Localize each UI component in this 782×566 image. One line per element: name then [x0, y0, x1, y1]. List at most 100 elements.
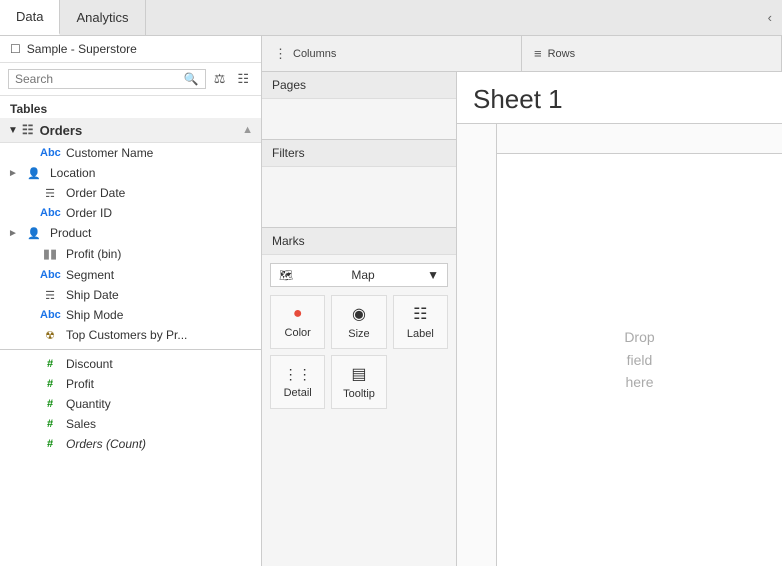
- field-item-sales[interactable]: # Sales: [0, 414, 261, 434]
- view-toggle-btn[interactable]: ☷: [233, 69, 253, 89]
- canvas-body[interactable]: Drop field here: [497, 154, 782, 566]
- field-type-hash-icon-count: #: [40, 438, 60, 450]
- columns-shelf[interactable]: ⋮ Columns: [262, 36, 522, 71]
- field-type-geo-icon-2: 👤: [24, 227, 44, 240]
- marks-type-label: Map: [351, 268, 374, 282]
- field-item-ship-date[interactable]: ☴ Ship Date: [0, 285, 261, 305]
- canvas-area: Sheet 1 Drop field here: [457, 72, 782, 566]
- field-name-orders-count: Orders (Count): [66, 437, 253, 451]
- field-type-date-icon: ☴: [40, 187, 60, 200]
- search-icon[interactable]: 🔍: [184, 72, 199, 86]
- field-name-discount: Discount: [66, 357, 253, 371]
- right-panel: ⋮ Columns ≡ Rows Pages: [262, 36, 782, 566]
- field-item-ship-mode[interactable]: Abc Ship Mode: [0, 305, 261, 325]
- field-type-calc-icon: ☢: [40, 329, 60, 342]
- field-item-profit[interactable]: # Profit: [0, 374, 261, 394]
- field-type-abc-icon-3: Abc: [40, 269, 60, 281]
- marks-size-label: Size: [348, 328, 369, 340]
- marks-tooltip-label: Tooltip: [343, 388, 375, 400]
- chevron-down-icon: ▼: [8, 125, 18, 136]
- field-type-hash-icon-discount: #: [40, 358, 60, 370]
- orders-label: Orders: [40, 123, 83, 138]
- orders-section-header[interactable]: ▼ ☷ Orders ▲: [0, 118, 261, 143]
- tab-data[interactable]: Data: [0, 0, 60, 35]
- field-type-hash-icon-sales: #: [40, 418, 60, 430]
- datasource-label: Sample - Superstore: [27, 42, 137, 56]
- marks-detail-btn[interactable]: ⋮⋮ Detail: [270, 355, 325, 409]
- field-name-ship-mode: Ship Mode: [66, 308, 253, 322]
- field-name-order-id: Order ID: [66, 206, 253, 220]
- field-type-hash-icon-quantity: #: [40, 398, 60, 410]
- marks-label-btn[interactable]: ☷ Label: [393, 295, 448, 349]
- drop-field-hint: Drop field here: [624, 326, 654, 393]
- filters-body[interactable]: [262, 167, 456, 227]
- pages-body[interactable]: [262, 99, 456, 139]
- search-input-wrapper[interactable]: 🔍: [8, 69, 206, 89]
- field-name-profit-bin: Profit (bin): [66, 247, 253, 261]
- field-type-abc-icon: Abc: [40, 147, 60, 159]
- rows-label: Rows: [548, 48, 576, 60]
- marks-section: Marks 🗺 Map ▼ ● Color: [262, 228, 456, 566]
- tab-analytics[interactable]: Analytics: [60, 0, 145, 35]
- field-item-profit-bin[interactable]: ▮▮ Profit (bin): [0, 243, 261, 265]
- field-item-order-id[interactable]: Abc Order ID: [0, 203, 261, 223]
- datasource-row: ☐ Sample - Superstore: [0, 36, 261, 63]
- canvas-grid: Drop field here: [457, 123, 782, 566]
- marks-tooltip-btn[interactable]: ▤ Tooltip: [331, 355, 386, 409]
- filter-btn[interactable]: ⚖: [210, 69, 230, 89]
- size-icon: ◉: [352, 304, 366, 324]
- columns-icon: ⋮: [274, 46, 287, 62]
- field-type-date-icon-2: ☴: [40, 289, 60, 302]
- fields-list: ▼ ☷ Orders ▲ Abc Customer Name ► 👤 Locat…: [0, 118, 261, 566]
- field-item-location[interactable]: ► 👤 Location: [0, 163, 261, 183]
- field-name-customer-name: Customer Name: [66, 146, 253, 160]
- field-type-hash-icon-profit: #: [40, 378, 60, 390]
- marks-header: Marks: [262, 228, 456, 255]
- marks-grid: ● Color ◉ Size ☷ Label: [262, 295, 456, 417]
- table-icon: ☷: [22, 122, 34, 138]
- sidebar-collapse-btn[interactable]: ‹: [758, 0, 782, 35]
- sidebar: ☐ Sample - Superstore 🔍 ⚖ ☷ Tables ▼ ☷ O…: [0, 36, 262, 566]
- rows-shelf[interactable]: ≡ Rows: [522, 36, 782, 71]
- pages-header: Pages: [262, 72, 456, 99]
- expand-arrow-product[interactable]: ►: [8, 228, 24, 239]
- field-name-quantity: Quantity: [66, 397, 253, 411]
- label-icon: ☷: [413, 304, 427, 324]
- marks-size-btn[interactable]: ◉ Size: [331, 295, 386, 349]
- map-icon: 🗺: [279, 269, 293, 282]
- sheet-title-area: Sheet 1: [457, 72, 782, 123]
- tables-label: Tables: [0, 96, 261, 118]
- datasource-icon: ☐: [10, 42, 21, 56]
- field-item-customer-name[interactable]: Abc Customer Name: [0, 143, 261, 163]
- field-name-sales: Sales: [66, 417, 253, 431]
- field-name-location: Location: [50, 166, 253, 180]
- field-type-bar-icon: ▮▮: [40, 246, 60, 262]
- canvas-main: Drop field here: [497, 124, 782, 566]
- marks-color-btn[interactable]: ● Color: [270, 295, 325, 349]
- search-row: 🔍 ⚖ ☷: [0, 63, 261, 96]
- field-name-segment: Segment: [66, 268, 253, 282]
- field-item-discount[interactable]: # Discount: [0, 354, 261, 374]
- field-item-quantity[interactable]: # Quantity: [0, 394, 261, 414]
- field-type-abc-icon-2: Abc: [40, 207, 60, 219]
- field-name-order-date: Order Date: [66, 186, 253, 200]
- pages-section: Pages: [262, 72, 456, 140]
- field-item-top-customers[interactable]: ☢ Top Customers by Pr...: [0, 325, 261, 345]
- field-name-profit: Profit: [66, 377, 253, 391]
- field-name-top-customers: Top Customers by Pr...: [66, 328, 253, 342]
- search-input[interactable]: [15, 72, 184, 86]
- sheet-title: Sheet 1: [473, 84, 563, 114]
- content-area: Pages Filters Marks: [262, 72, 782, 566]
- marks-type-dropdown[interactable]: 🗺 Map ▼: [270, 263, 448, 287]
- field-item-orders-count[interactable]: # Orders (Count): [0, 434, 261, 454]
- expand-arrow-location[interactable]: ►: [8, 168, 24, 179]
- main-layout: ☐ Sample - Superstore 🔍 ⚖ ☷ Tables ▼ ☷ O…: [0, 36, 782, 566]
- dropdown-arrow-icon: ▼: [427, 268, 439, 282]
- field-type-abc-icon-4: Abc: [40, 309, 60, 321]
- field-item-order-date[interactable]: ☴ Order Date: [0, 183, 261, 203]
- field-item-segment[interactable]: Abc Segment: [0, 265, 261, 285]
- filters-header: Filters: [262, 140, 456, 167]
- rows-icon: ≡: [534, 46, 542, 61]
- field-type-geo-icon: 👤: [24, 167, 44, 180]
- field-item-product[interactable]: ► 👤 Product: [0, 223, 261, 243]
